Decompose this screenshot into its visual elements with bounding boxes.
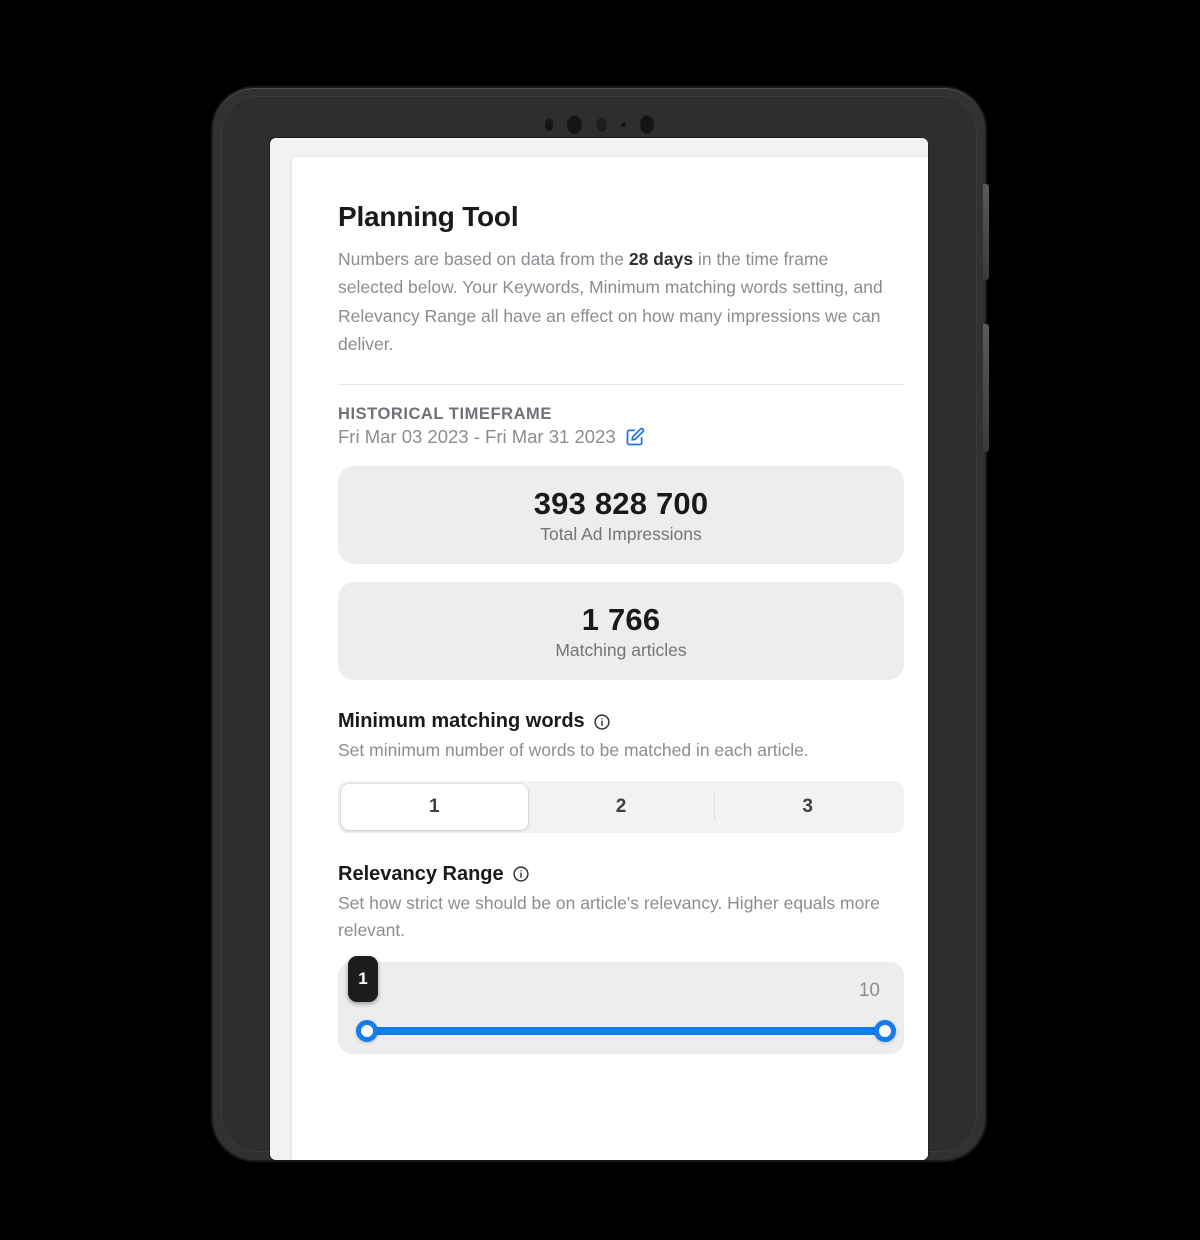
slider-selected-range [356, 1026, 892, 1035]
stat-value: 1 766 [581, 601, 661, 637]
slider-handle-max[interactable] [874, 1019, 896, 1042]
stat-label: Total Ad Impressions [540, 523, 702, 544]
slider-max-value-label: 10 [858, 979, 880, 1001]
historical-timeframe-label: HISTORICAL TIMEFRAME [338, 405, 552, 424]
timeframe-range-value: Fri Mar 03 2023 - Fri Mar 31 2023 [338, 426, 616, 448]
planning-tool-card: Planning Tool Numbers are based on data … [292, 157, 928, 1160]
setting-title-text: Minimum matching words [338, 710, 585, 733]
info-circle-icon[interactable] [593, 713, 611, 731]
stat-card-total-ad-impressions: 393 828 700 Total Ad Impressions [338, 466, 904, 565]
front-camera-icon [566, 114, 582, 134]
timeframe-row: Fri Mar 03 2023 - Fri Mar 31 2023 [338, 426, 904, 448]
screenshot-stage: Planning Tool Numbers are based on data … [0, 0, 1200, 1240]
slider-track[interactable] [356, 1019, 896, 1042]
relevancy-range-section: Relevancy Range Set how strict we should… [338, 863, 904, 1054]
sensor-cluster [213, 114, 985, 134]
slider-min-value-tooltip: 1 [348, 955, 378, 1002]
segment-option-1[interactable]: 1 [341, 783, 528, 830]
stat-card-matching-articles: 1 766 Matching articles [338, 582, 904, 681]
minimum-matching-words-description: Set minimum number of words to be matche… [338, 740, 809, 761]
proximity-sensor-icon [544, 117, 553, 131]
volume-up-button[interactable] [983, 184, 989, 280]
volume-down-button[interactable] [983, 324, 989, 452]
minimum-matching-words-title: Minimum matching words [338, 710, 904, 733]
relevancy-range-description: Set how strict we should be on article's… [338, 892, 880, 940]
minimum-matching-words-segmented-control[interactable]: 1 2 3 [338, 780, 904, 833]
page-title: Planning Tool [338, 201, 519, 232]
stat-value: 393 828 700 [533, 485, 709, 521]
tablet-device-frame: Planning Tool Numbers are based on data … [213, 88, 989, 1160]
info-circle-icon[interactable] [512, 865, 530, 883]
historical-timeframe-section: HISTORICAL TIMEFRAME Fri Mar 03 2023 - F… [338, 405, 904, 448]
slider-handle-min[interactable] [356, 1019, 378, 1042]
tablet-screen: Planning Tool Numbers are based on data … [270, 138, 928, 1160]
intro-highlight-days: 28 days [628, 249, 694, 269]
ambient-light-sensor-icon [595, 116, 607, 132]
intro-text-part1: Numbers are based on data from the [338, 249, 629, 269]
secondary-camera-icon [639, 114, 654, 134]
relevancy-range-title: Relevancy Range [338, 863, 904, 886]
page-description: Numbers are based on data from the 28 da… [338, 245, 886, 358]
relevancy-range-slider[interactable]: 1 10 [338, 955, 904, 1054]
segment-option-3[interactable]: 3 [714, 784, 901, 830]
stat-label: Matching articles [555, 639, 687, 660]
edit-pencil-square-icon[interactable] [625, 427, 645, 447]
minimum-matching-words-section: Minimum matching words Set minimum numbe… [338, 710, 904, 833]
setting-title-text: Relevancy Range [338, 862, 504, 885]
section-divider [338, 384, 904, 386]
segment-option-2[interactable]: 2 [528, 784, 715, 830]
microphone-icon [620, 121, 626, 127]
